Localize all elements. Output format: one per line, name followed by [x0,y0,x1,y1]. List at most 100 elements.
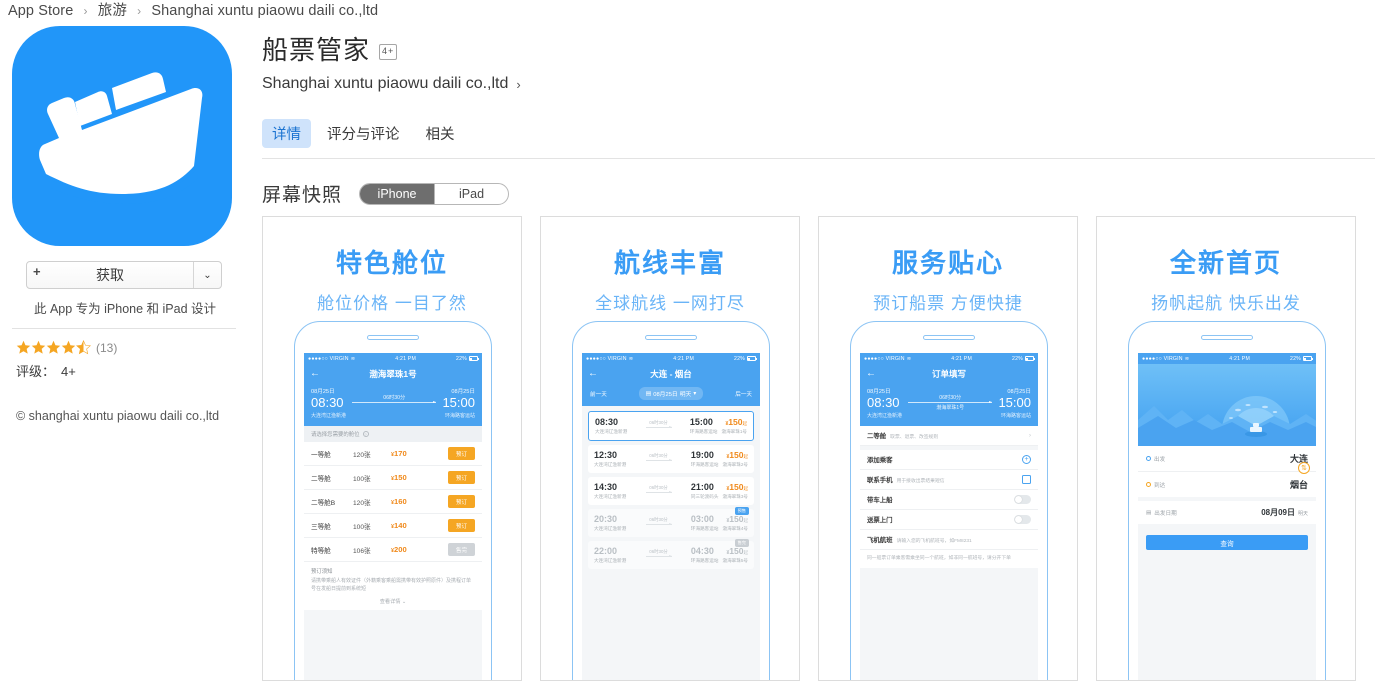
trip-arrow [645,459,672,461]
toggle-switch[interactable] [1014,495,1031,504]
age-rating-label: 评级： [16,364,56,379]
get-app-button-group[interactable]: + 获取 ⌄ [26,261,222,289]
star-rating[interactable]: (13) [16,340,244,355]
trip-arrow [352,401,437,403]
book-button[interactable]: 预订 [448,495,475,508]
ticket-delivery-row[interactable]: 送票上门 [860,510,1038,530]
prev-day-button[interactable]: 前一天 [590,390,607,398]
battery-percent: 22% [1290,355,1301,362]
contacts-icon[interactable] [1022,475,1031,484]
clock-label: 4:21 PM [951,355,972,362]
departure-date-row[interactable]: ▤ 出发日期 08月09日 明天 [1138,501,1316,524]
departure-date-value: 08月09日 明天 [1261,508,1308,517]
query-button[interactable]: 查询 [1146,535,1308,550]
device-toggle-iphone[interactable]: iPhone [360,183,435,204]
chevron-down-icon[interactable]: ⌄ [194,262,221,288]
screenshot-card[interactable]: 全新首页 扬帆起航 快乐出发 ●●●●○○ VIRGIN ≋ 4:21 PM 22… [1096,216,1356,681]
get-button-label: 获取 [96,267,124,283]
toggle-switch[interactable] [1014,515,1031,524]
list-item[interactable]: 预售 20:30 大连湾辽渔新港 06时30分 03:00 环海路客运站 ¥15… [588,507,754,537]
arrival-time: 21:00 [690,482,714,492]
cabin-qty: 100张 [353,475,371,483]
flight-number-row[interactable]: 飞机航班 请输入您的飞机航班号，如FM8231 [860,530,1038,550]
screenshot-card[interactable]: 特色舱位 舱位价格 一目了然 ●●●●○○ VIRGIN ≋ 4:21 PM 22… [262,216,522,681]
developer-link[interactable]: Shanghai xuntu piaowu daili co.,ltd › [262,75,1375,93]
departure-date: 08月25日 [867,389,891,395]
nav-bar: ← 大连 - 烟台 [582,364,760,383]
tab-details[interactable]: 详情 [262,119,311,148]
car-onboard-row[interactable]: 带车上船 [860,490,1038,510]
swap-icon[interactable]: ⇅ [1298,462,1310,474]
chevron-down-icon: ▾ [693,390,697,397]
list-item[interactable]: 售完 22:00 大连湾辽渔新港 06时30分 04:30 环海路客运站 ¥15… [588,539,754,569]
field-hint: 用于接收出票结果短信 [896,479,945,484]
sidebar-divider [12,328,236,329]
table-row[interactable]: 二等舱 100张 ¥150 预订 [304,466,482,490]
developer-name: Shanghai xuntu piaowu daili co.,ltd [262,75,509,92]
book-button[interactable]: 预订 [448,447,475,460]
book-button[interactable]: 预订 [448,519,475,532]
battery-icon [468,356,479,361]
add-passenger-row[interactable]: 添加乘客 + [860,450,1038,470]
trip-arrow [908,401,993,403]
designed-for-text: 此 App 专为 iPhone 和 iPad 设计 [33,302,217,316]
status-badge: 售完 [734,539,749,547]
status-bar: ●●●●○○ VIRGIN ≋ 4:21 PM 22% [304,353,482,364]
device-toggle-ipad[interactable]: iPad [434,183,508,204]
departure-time: 14:30 [594,482,618,492]
back-arrow-icon[interactable]: ← [866,368,876,379]
battery-percent: 22% [734,355,745,362]
chevron-right-icon: › [516,76,521,92]
back-arrow-icon[interactable]: ← [310,368,320,379]
ship-name: 渤海翠珠4号 [722,526,748,531]
view-details-link[interactable]: 查看详情 ⌄ [311,598,475,605]
cabin-name: 二等舱B [311,499,336,507]
departure-port: 大连湾辽渔新港 [594,526,627,531]
date-navigator: 前一天 ▤ 08月25日 明天 ▾ 后一天 [582,383,760,406]
star-full-icon [46,340,61,354]
back-arrow-icon[interactable]: ← [588,368,598,379]
field-label: 出发日期 [1154,510,1177,517]
cabin-hint-text: 请选择您需要的舱位 [311,432,360,438]
departure-time: 12:30 [594,450,618,460]
breadcrumb-item-developer[interactable]: Shanghai xuntu piaowu daili co.,ltd [151,3,378,19]
flight-input[interactable]: 请输入您的飞机航班号，如FM8231 [897,537,972,544]
arrival-city-row[interactable]: 到达 烟台 [1138,471,1316,497]
screenshot-card[interactable]: 服务贴心 预订船票 方便快捷 ●●●●○○ VIRGIN ≋ 4:21 PM 22… [818,216,1078,681]
list-item[interactable]: 12:30 大连湾辽渔新港 06时30分 19:00 环海路客运站 ¥150起 … [588,445,754,473]
breadcrumb-item-category[interactable]: 旅游 [98,3,127,19]
list-item[interactable]: 08:30 大连湾辽渔新港 06时30分 15:00 环海路客运站 ¥150起 … [588,411,754,441]
table-row[interactable]: 二等舱B 120张 ¥160 预订 [304,490,482,514]
departure-port: 大连湾辽渔新港 [595,429,628,434]
list-item[interactable]: 14:30 大连湾辽渔新港 06时30分 21:00 同三轮渡码头 ¥150起 … [588,477,754,505]
device-toggle: iPhone iPad [359,182,510,205]
get-button[interactable]: + 获取 [27,262,194,288]
date-picker[interactable]: ▤ 08月25日 明天 ▾ [638,387,704,400]
trip-duration: 06时30分 [649,549,668,554]
next-day-button[interactable]: 后一天 [735,390,752,398]
star-full-icon [31,340,46,354]
tab-related[interactable]: 相关 [416,119,465,148]
trip-arrow [645,426,672,428]
cabin-class-row[interactable]: 二等舱 取票、退票、改签规则 › [860,426,1038,446]
phone-mockup: ●●●●○○ VIRGIN ≋ 4:21 PM 22% 出发 大连 ⇅ 到达 烟… [1128,321,1326,680]
notice-title: 预订须知 [311,569,333,575]
table-row[interactable]: 三等舱 100张 ¥140 预订 [304,514,482,538]
tab-ratings-reviews[interactable]: 评分与评论 [317,119,410,148]
contact-phone-row[interactable]: 联系手机 用于接收出票结果短信 [860,470,1038,490]
field-label: 添加乘客 [867,457,893,464]
phone-speaker [923,335,975,340]
table-row[interactable]: 一等舱 120张 ¥170 预订 [304,442,482,466]
plus-circle-icon[interactable]: + [1022,455,1031,464]
help-icon[interactable]: ? [362,431,369,437]
departure-port: 大连湾辽渔新港 [594,462,627,467]
ship-name: 渤海翠珠2号 [722,462,748,467]
book-button[interactable]: 预订 [448,471,475,484]
nav-title: 订单填写 [931,368,966,379]
screenshot-card[interactable]: 航线丰富 全球航线 一网打尽 ●●●●○○ VIRGIN ≋ 4:21 PM 22… [540,216,800,681]
cabin-name: 一等舱 [311,451,331,459]
breadcrumb-item-app-store[interactable]: App Store [8,3,73,19]
table-row[interactable]: 特等舱 106张 ¥200 售完 [304,538,482,562]
phone-screen: ●●●●○○ VIRGIN ≋ 4:21 PM 22% 出发 大连 ⇅ 到达 烟… [1138,353,1316,680]
departure-city-row[interactable]: 出发 大连 ⇅ [1138,446,1316,474]
